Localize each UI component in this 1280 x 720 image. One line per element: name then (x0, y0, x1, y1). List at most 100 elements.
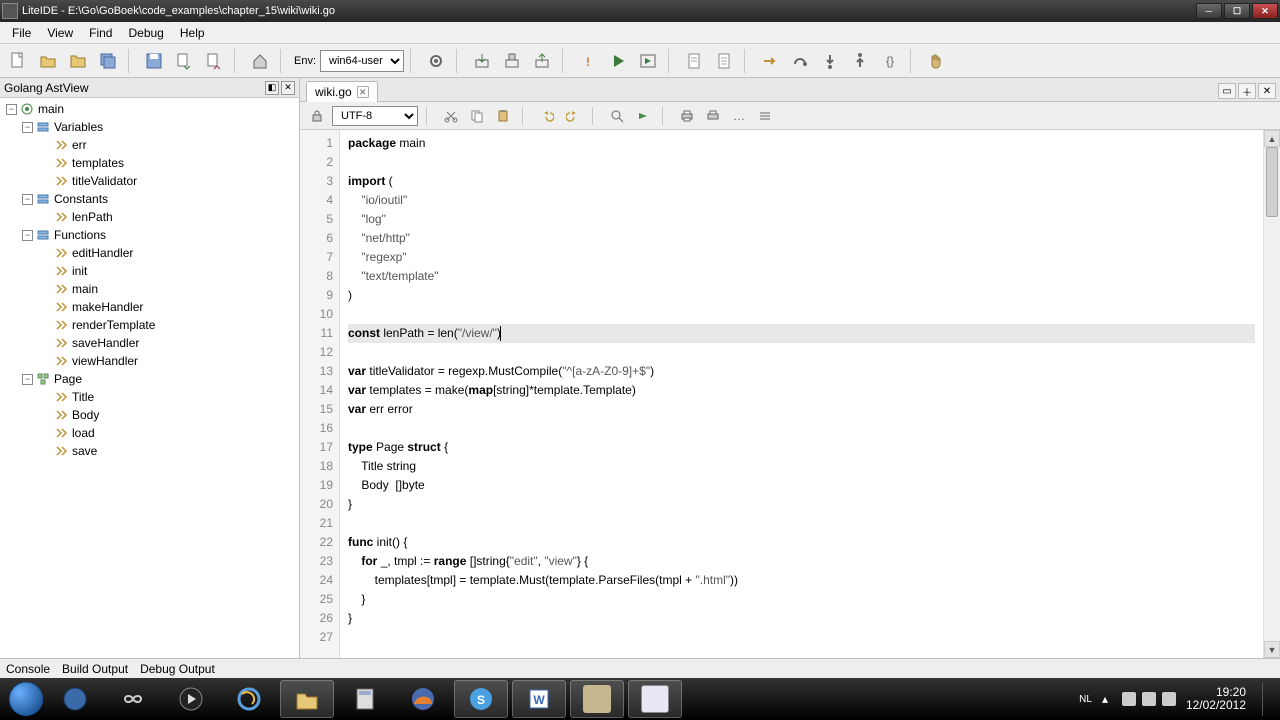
tree-group-functions[interactable]: −Functions (0, 226, 299, 244)
wrap-button[interactable] (754, 105, 776, 127)
goto-button[interactable] (632, 105, 654, 127)
tree-var-templates[interactable]: templates (0, 154, 299, 172)
cut-button[interactable] (440, 105, 462, 127)
more-button[interactable]: … (728, 105, 750, 127)
tree-func-renderTemplate[interactable]: renderTemplate (0, 316, 299, 334)
minimize-button[interactable]: ─ (1196, 3, 1222, 19)
export-button[interactable] (170, 47, 198, 75)
tab-build-output[interactable]: Build Output (62, 662, 128, 676)
taskbar-app-1[interactable] (48, 680, 102, 718)
start-button[interactable] (4, 680, 48, 718)
taskbar-skype[interactable]: S (454, 680, 508, 718)
paste-button[interactable] (492, 105, 514, 127)
step-over-button[interactable] (786, 47, 814, 75)
build-upload-button[interactable] (528, 47, 556, 75)
open-file-button[interactable] (34, 47, 62, 75)
run-term-button[interactable] (634, 47, 662, 75)
continue-button[interactable] (756, 47, 784, 75)
tree-toggle[interactable]: − (6, 104, 17, 115)
scroll-up-button[interactable]: ▲ (1264, 130, 1280, 147)
menu-debug[interactable]: Debug (120, 24, 171, 42)
tab-close-all-button[interactable]: ✕ (1258, 83, 1276, 99)
tray-network-icon[interactable] (1142, 692, 1156, 706)
save-button[interactable] (140, 47, 168, 75)
tab-close-button[interactable]: ✕ (357, 86, 369, 98)
print-preview-button[interactable] (702, 105, 724, 127)
tab-console[interactable]: Console (6, 662, 50, 676)
save-all-button[interactable] (94, 47, 122, 75)
run-to-cursor-button[interactable]: {} (876, 47, 904, 75)
tree-var-err[interactable]: err (0, 136, 299, 154)
menu-view[interactable]: View (39, 24, 81, 42)
step-out-button[interactable] (846, 47, 874, 75)
tree-func-saveHandler[interactable]: saveHandler (0, 334, 299, 352)
env-select[interactable]: win64-user (320, 50, 404, 72)
tree-root-main[interactable]: −main (0, 100, 299, 118)
build-button[interactable] (468, 47, 496, 75)
tree-member-Title[interactable]: Title (0, 388, 299, 406)
panel-close-button[interactable]: ✕ (281, 81, 295, 95)
build-install-button[interactable] (498, 47, 526, 75)
tree-func-init[interactable]: init (0, 262, 299, 280)
tree-group-page[interactable]: −Page (0, 370, 299, 388)
encoding-select[interactable]: UTF-8 (332, 106, 418, 126)
ast-tree[interactable]: −main−VariableserrtemplatestitleValidato… (0, 98, 299, 658)
scroll-thumb[interactable] (1266, 147, 1278, 217)
taskbar-explorer[interactable] (280, 680, 334, 718)
open-folder-button[interactable] (64, 47, 92, 75)
tree-func-viewHandler[interactable]: viewHandler (0, 352, 299, 370)
taskbar-ie[interactable] (222, 680, 276, 718)
undo-button[interactable] (536, 105, 558, 127)
run-button[interactable] (604, 47, 632, 75)
close-button[interactable]: ✕ (1252, 3, 1278, 19)
taskbar-calc[interactable] (338, 680, 392, 718)
tray-flag-icon[interactable] (1122, 692, 1136, 706)
taskbar-app-3[interactable] (164, 680, 218, 718)
taskbar-word[interactable]: W (512, 680, 566, 718)
vertical-scrollbar[interactable]: ▲ ▼ (1263, 130, 1280, 658)
code-text[interactable]: package main import ( "io/ioutil" "log" … (340, 130, 1263, 658)
import-button[interactable] (200, 47, 228, 75)
tree-const-lenPath[interactable]: lenPath (0, 208, 299, 226)
taskbar-app-4[interactable] (570, 680, 624, 718)
tree-var-titleValidator[interactable]: titleValidator (0, 172, 299, 190)
tree-func-main[interactable]: main (0, 280, 299, 298)
maximize-button[interactable]: ☐ (1224, 3, 1250, 19)
new-file-button[interactable] (4, 47, 32, 75)
copy-button[interactable] (466, 105, 488, 127)
tree-group-constants[interactable]: −Constants (0, 190, 299, 208)
menu-help[interactable]: Help (172, 24, 213, 42)
tree-member-load[interactable]: load (0, 424, 299, 442)
find-button[interactable] (606, 105, 628, 127)
tree-toggle[interactable]: − (22, 194, 33, 205)
tray-icons[interactable]: ▴ (1102, 692, 1176, 706)
doc-button-1[interactable] (680, 47, 708, 75)
tray-chevron-icon[interactable]: ▴ (1102, 692, 1116, 706)
breakpoint-button[interactable]: ! (574, 47, 602, 75)
step-into-button[interactable] (816, 47, 844, 75)
tab-list-button[interactable]: ▭ (1218, 83, 1236, 99)
home-button[interactable] (246, 47, 274, 75)
tree-toggle[interactable]: − (22, 122, 33, 133)
tray-volume-icon[interactable] (1162, 692, 1176, 706)
redo-button[interactable] (562, 105, 584, 127)
panel-float-button[interactable]: ◧ (265, 81, 279, 95)
editor-tab[interactable]: wiki.go ✕ (306, 81, 378, 102)
taskbar-app-2[interactable] (106, 680, 160, 718)
tray-language[interactable]: NL (1079, 694, 1092, 705)
tree-member-Body[interactable]: Body (0, 406, 299, 424)
tree-toggle[interactable]: − (22, 230, 33, 241)
print-button[interactable] (676, 105, 698, 127)
settings-button[interactable] (422, 47, 450, 75)
scroll-down-button[interactable]: ▼ (1264, 641, 1280, 658)
tree-func-makeHandler[interactable]: makeHandler (0, 298, 299, 316)
tree-member-save[interactable]: save (0, 442, 299, 460)
code-area[interactable]: 1234567891011121314151617181920212223242… (300, 130, 1280, 658)
stop-button[interactable] (922, 47, 950, 75)
tree-group-variables[interactable]: −Variables (0, 118, 299, 136)
tab-add-button[interactable]: ＋ (1238, 83, 1256, 99)
tree-func-editHandler[interactable]: editHandler (0, 244, 299, 262)
lock-button[interactable] (306, 105, 328, 127)
show-desktop-button[interactable] (1262, 682, 1270, 716)
menu-file[interactable]: File (4, 24, 39, 42)
